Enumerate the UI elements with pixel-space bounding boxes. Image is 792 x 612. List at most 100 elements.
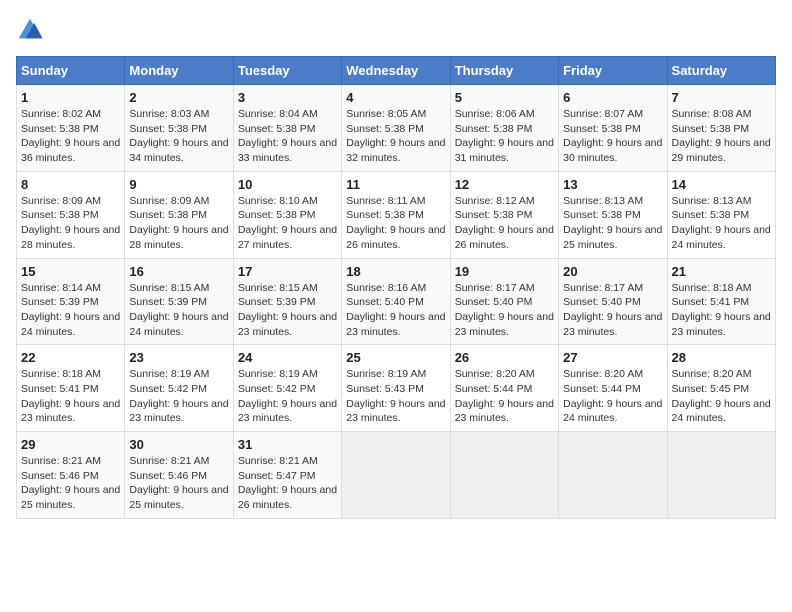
week-row-2: 8 Sunrise: 8:09 AMSunset: 5:38 PMDayligh…: [17, 171, 776, 258]
calendar-table: SundayMondayTuesdayWednesdayThursdayFrid…: [16, 56, 776, 519]
day-info: Sunrise: 8:03 AMSunset: 5:38 PMDaylight:…: [129, 108, 228, 164]
calendar-cell: 10 Sunrise: 8:10 AMSunset: 5:38 PMDaylig…: [233, 171, 341, 258]
day-number: 7: [672, 90, 771, 105]
calendar-cell: 8 Sunrise: 8:09 AMSunset: 5:38 PMDayligh…: [17, 171, 125, 258]
day-info: Sunrise: 8:04 AMSunset: 5:38 PMDaylight:…: [238, 108, 337, 164]
day-number: 23: [129, 350, 228, 365]
calendar-cell: 4 Sunrise: 8:05 AMSunset: 5:38 PMDayligh…: [342, 85, 450, 172]
day-info: Sunrise: 8:06 AMSunset: 5:38 PMDaylight:…: [455, 108, 554, 164]
day-info: Sunrise: 8:17 AMSunset: 5:40 PMDaylight:…: [455, 282, 554, 338]
logo: [16, 16, 48, 44]
day-number: 8: [21, 177, 120, 192]
day-info: Sunrise: 8:13 AMSunset: 5:38 PMDaylight:…: [563, 195, 662, 251]
day-number: 21: [672, 264, 771, 279]
calendar-cell: 13 Sunrise: 8:13 AMSunset: 5:38 PMDaylig…: [559, 171, 667, 258]
calendar-cell: 28 Sunrise: 8:20 AMSunset: 5:45 PMDaylig…: [667, 345, 775, 432]
day-info: Sunrise: 8:19 AMSunset: 5:43 PMDaylight:…: [346, 368, 445, 424]
day-info: Sunrise: 8:20 AMSunset: 5:44 PMDaylight:…: [455, 368, 554, 424]
day-info: Sunrise: 8:20 AMSunset: 5:45 PMDaylight:…: [672, 368, 771, 424]
calendar-cell: 26 Sunrise: 8:20 AMSunset: 5:44 PMDaylig…: [450, 345, 558, 432]
calendar-cell: [342, 432, 450, 519]
header-thursday: Thursday: [450, 57, 558, 85]
day-info: Sunrise: 8:19 AMSunset: 5:42 PMDaylight:…: [238, 368, 337, 424]
header-sunday: Sunday: [17, 57, 125, 85]
day-number: 1: [21, 90, 120, 105]
calendar-cell: 19 Sunrise: 8:17 AMSunset: 5:40 PMDaylig…: [450, 258, 558, 345]
day-info: Sunrise: 8:21 AMSunset: 5:46 PMDaylight:…: [129, 455, 228, 511]
day-number: 3: [238, 90, 337, 105]
day-number: 12: [455, 177, 554, 192]
day-number: 29: [21, 437, 120, 452]
calendar-cell: 16 Sunrise: 8:15 AMSunset: 5:39 PMDaylig…: [125, 258, 233, 345]
calendar-cell: 31 Sunrise: 8:21 AMSunset: 5:47 PMDaylig…: [233, 432, 341, 519]
calendar-cell: [450, 432, 558, 519]
calendar-cell: 21 Sunrise: 8:18 AMSunset: 5:41 PMDaylig…: [667, 258, 775, 345]
day-info: Sunrise: 8:14 AMSunset: 5:39 PMDaylight:…: [21, 282, 120, 338]
day-info: Sunrise: 8:09 AMSunset: 5:38 PMDaylight:…: [129, 195, 228, 251]
day-number: 20: [563, 264, 662, 279]
day-info: Sunrise: 8:20 AMSunset: 5:44 PMDaylight:…: [563, 368, 662, 424]
calendar-cell: 3 Sunrise: 8:04 AMSunset: 5:38 PMDayligh…: [233, 85, 341, 172]
calendar-cell: 7 Sunrise: 8:08 AMSunset: 5:38 PMDayligh…: [667, 85, 775, 172]
day-number: 18: [346, 264, 445, 279]
day-number: 11: [346, 177, 445, 192]
day-number: 10: [238, 177, 337, 192]
calendar-cell: 29 Sunrise: 8:21 AMSunset: 5:46 PMDaylig…: [17, 432, 125, 519]
day-number: 28: [672, 350, 771, 365]
calendar-cell: 22 Sunrise: 8:18 AMSunset: 5:41 PMDaylig…: [17, 345, 125, 432]
calendar-cell: 12 Sunrise: 8:12 AMSunset: 5:38 PMDaylig…: [450, 171, 558, 258]
day-number: 5: [455, 90, 554, 105]
day-info: Sunrise: 8:10 AMSunset: 5:38 PMDaylight:…: [238, 195, 337, 251]
day-number: 22: [21, 350, 120, 365]
day-number: 15: [21, 264, 120, 279]
calendar-cell: 11 Sunrise: 8:11 AMSunset: 5:38 PMDaylig…: [342, 171, 450, 258]
day-info: Sunrise: 8:15 AMSunset: 5:39 PMDaylight:…: [129, 282, 228, 338]
day-info: Sunrise: 8:07 AMSunset: 5:38 PMDaylight:…: [563, 108, 662, 164]
day-info: Sunrise: 8:13 AMSunset: 5:38 PMDaylight:…: [672, 195, 771, 251]
day-number: 25: [346, 350, 445, 365]
week-row-4: 22 Sunrise: 8:18 AMSunset: 5:41 PMDaylig…: [17, 345, 776, 432]
calendar-header-row: SundayMondayTuesdayWednesdayThursdayFrid…: [17, 57, 776, 85]
day-number: 13: [563, 177, 662, 192]
calendar-cell: 24 Sunrise: 8:19 AMSunset: 5:42 PMDaylig…: [233, 345, 341, 432]
calendar-cell: 2 Sunrise: 8:03 AMSunset: 5:38 PMDayligh…: [125, 85, 233, 172]
calendar-cell: 18 Sunrise: 8:16 AMSunset: 5:40 PMDaylig…: [342, 258, 450, 345]
calendar-cell: 15 Sunrise: 8:14 AMSunset: 5:39 PMDaylig…: [17, 258, 125, 345]
week-row-1: 1 Sunrise: 8:02 AMSunset: 5:38 PMDayligh…: [17, 85, 776, 172]
calendar-cell: 9 Sunrise: 8:09 AMSunset: 5:38 PMDayligh…: [125, 171, 233, 258]
day-number: 30: [129, 437, 228, 452]
day-number: 26: [455, 350, 554, 365]
calendar-cell: 1 Sunrise: 8:02 AMSunset: 5:38 PMDayligh…: [17, 85, 125, 172]
day-number: 19: [455, 264, 554, 279]
day-info: Sunrise: 8:09 AMSunset: 5:38 PMDaylight:…: [21, 195, 120, 251]
day-number: 2: [129, 90, 228, 105]
week-row-3: 15 Sunrise: 8:14 AMSunset: 5:39 PMDaylig…: [17, 258, 776, 345]
day-number: 6: [563, 90, 662, 105]
calendar-cell: [667, 432, 775, 519]
day-info: Sunrise: 8:12 AMSunset: 5:38 PMDaylight:…: [455, 195, 554, 251]
day-info: Sunrise: 8:18 AMSunset: 5:41 PMDaylight:…: [672, 282, 771, 338]
logo-icon: [16, 16, 44, 44]
day-info: Sunrise: 8:19 AMSunset: 5:42 PMDaylight:…: [129, 368, 228, 424]
day-number: 17: [238, 264, 337, 279]
day-info: Sunrise: 8:21 AMSunset: 5:46 PMDaylight:…: [21, 455, 120, 511]
day-info: Sunrise: 8:18 AMSunset: 5:41 PMDaylight:…: [21, 368, 120, 424]
day-number: 4: [346, 90, 445, 105]
day-number: 27: [563, 350, 662, 365]
day-info: Sunrise: 8:17 AMSunset: 5:40 PMDaylight:…: [563, 282, 662, 338]
day-info: Sunrise: 8:02 AMSunset: 5:38 PMDaylight:…: [21, 108, 120, 164]
header-wednesday: Wednesday: [342, 57, 450, 85]
calendar-cell: [559, 432, 667, 519]
header: [16, 16, 776, 44]
day-info: Sunrise: 8:11 AMSunset: 5:38 PMDaylight:…: [346, 195, 445, 251]
header-tuesday: Tuesday: [233, 57, 341, 85]
calendar-cell: 23 Sunrise: 8:19 AMSunset: 5:42 PMDaylig…: [125, 345, 233, 432]
calendar-cell: 5 Sunrise: 8:06 AMSunset: 5:38 PMDayligh…: [450, 85, 558, 172]
calendar-cell: 25 Sunrise: 8:19 AMSunset: 5:43 PMDaylig…: [342, 345, 450, 432]
calendar-cell: 14 Sunrise: 8:13 AMSunset: 5:38 PMDaylig…: [667, 171, 775, 258]
day-number: 31: [238, 437, 337, 452]
day-number: 14: [672, 177, 771, 192]
day-info: Sunrise: 8:08 AMSunset: 5:38 PMDaylight:…: [672, 108, 771, 164]
calendar-cell: 20 Sunrise: 8:17 AMSunset: 5:40 PMDaylig…: [559, 258, 667, 345]
week-row-5: 29 Sunrise: 8:21 AMSunset: 5:46 PMDaylig…: [17, 432, 776, 519]
